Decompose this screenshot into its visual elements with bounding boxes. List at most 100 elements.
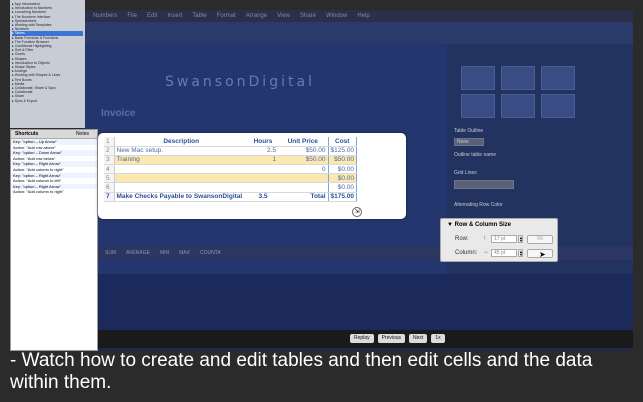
cell-description[interactable]	[114, 173, 248, 184]
table-row: 5 $0.00	[104, 173, 357, 184]
cell-cost[interactable]: $0.00	[327, 182, 357, 193]
shortcuts-header: Shortcuts Notes	[11, 130, 97, 139]
cell-description[interactable]	[114, 164, 248, 175]
menubar-item[interactable]: Table	[192, 13, 206, 19]
cell-unit-price[interactable]	[278, 182, 328, 193]
menubar-item[interactable]: Help	[357, 13, 369, 19]
cell-unit-price[interactable]: 0	[278, 164, 328, 175]
shortcut-list: Key: "option – Up Arrow" Action: "Add row…	[11, 139, 97, 195]
cell-hours[interactable]: 3.5	[248, 192, 278, 202]
cell-cost[interactable]: $50.00	[327, 155, 357, 166]
table-row: 2 New Mac setup. 2.5 $50.00 $125.00	[104, 146, 357, 156]
cell-hours[interactable]	[248, 173, 278, 184]
statusbar-item: AVERAGE	[126, 250, 150, 256]
alternating-row-color-checkbox[interactable]: Alternating Row Color	[454, 202, 503, 208]
header-description[interactable]: Description	[114, 137, 248, 147]
replay-button[interactable]: Replay	[350, 334, 374, 343]
menubar-item[interactable]: Format	[217, 13, 236, 19]
cell-unit-price[interactable]: Total	[278, 192, 328, 202]
invoice-table: 1 Description Hours Unit Price Cost 2 New…	[104, 137, 357, 202]
shortcuts-tab[interactable]: Shortcuts	[11, 131, 42, 137]
cell-cost[interactable]: $0.00	[327, 164, 357, 175]
table-style-thumbnail[interactable]	[461, 66, 495, 90]
cell-unit-price[interactable]: $50.00	[278, 155, 328, 166]
shortcut-line: Action: "Add column to right"	[13, 189, 64, 195]
cell-hours[interactable]	[248, 182, 278, 193]
column-label: Column:	[455, 250, 478, 256]
header-hours[interactable]: Hours	[248, 137, 278, 147]
row-height-field[interactable]: 17 pt	[491, 235, 517, 243]
menubar-item[interactable]: Insert	[167, 13, 182, 19]
table-resize-handle[interactable]: ⇲	[352, 207, 362, 217]
notes-tab[interactable]: Notes	[76, 131, 97, 137]
outline-style-select[interactable]: None	[454, 138, 484, 146]
next-button[interactable]: Next	[409, 334, 428, 343]
statusbar-item: MAX	[179, 250, 190, 256]
outline-style-value: None	[457, 139, 469, 145]
outline-item[interactable]: ▸ Sync & Export	[12, 99, 83, 103]
row-number[interactable]: 1	[104, 137, 115, 147]
company-logo: SwansonDigital	[165, 74, 315, 90]
cell-description[interactable]	[114, 182, 248, 193]
menubar-item[interactable]: File	[127, 13, 137, 19]
cell-cost[interactable]: $125.00	[327, 146, 357, 156]
course-outline: ▸ App Introduction ▸ Introduction to Numb…	[10, 0, 85, 128]
row-number[interactable]: 4	[104, 164, 115, 175]
table-footer-row: 7 Make Checks Payable to SwansonDigital 3.…	[104, 192, 357, 202]
row-number[interactable]: 6	[104, 182, 115, 193]
table-row: 4 0 $0.00	[104, 164, 357, 175]
outline-table-name-checkbox[interactable]: Outline table name	[454, 152, 496, 158]
table-style-thumbnail[interactable]	[541, 66, 575, 90]
grid-lines-buttons[interactable]	[454, 180, 514, 189]
cell-description[interactable]: New Mac setup.	[114, 146, 248, 156]
mouse-cursor-icon: ➤	[539, 250, 546, 259]
shortcuts-panel: Shortcuts Notes Key: "option – Up Arrow"…	[10, 129, 98, 351]
cell-description[interactable]: Make Checks Payable to SwansonDigital	[114, 192, 248, 202]
video-caption: - Watch how to create and edit tables an…	[10, 350, 593, 393]
app-menubar: Numbers File Edit Insert Table Format Arrange V…	[85, 10, 633, 22]
invoice-title: Invoice	[101, 108, 136, 119]
menubar-item[interactable]: Numbers	[93, 13, 117, 19]
row-column-size-panel: ▼ Row & Column Size Row: ↕ 17 pt ▲ ▼ Fit …	[440, 218, 558, 262]
row-number[interactable]: 5	[104, 173, 115, 184]
table-row: 3 Training 1 $50.00 $50.00	[104, 155, 357, 166]
table-style-thumbnail[interactable]	[461, 94, 495, 118]
column-width-stepper[interactable]: ▲ ▼	[518, 249, 523, 257]
row-label: Row:	[455, 236, 469, 242]
app-toolbar	[85, 22, 633, 44]
cell-description[interactable]: Training	[114, 155, 248, 166]
statusbar-item: SUM	[105, 250, 117, 256]
menubar-item[interactable]: Share	[300, 13, 316, 19]
cell-unit-price[interactable]	[278, 173, 328, 184]
statusbar-item: MIN	[159, 250, 170, 256]
previous-button[interactable]: Previous	[377, 334, 406, 343]
table-header-row: 1 Description Hours Unit Price Cost	[104, 137, 357, 147]
header-unit-price[interactable]: Unit Price	[278, 137, 328, 147]
menubar-item[interactable]: View	[277, 13, 290, 19]
cell-cost[interactable]: $0.00	[327, 173, 357, 184]
menubar-item[interactable]: Window	[326, 13, 347, 19]
statusbar-item: COUNTA	[199, 250, 221, 256]
menubar-item[interactable]: Arrange	[246, 13, 267, 19]
fit-button[interactable]: Fit	[527, 235, 553, 244]
cell-hours[interactable]: 2.5	[248, 146, 278, 156]
row-column-size-title: ▼ Row & Column Size	[447, 222, 511, 228]
menubar-item[interactable]: Edit	[147, 13, 157, 19]
cell-unit-price[interactable]: $50.00	[278, 146, 328, 156]
row-number[interactable]: 2	[104, 146, 115, 156]
cell-hours[interactable]: 1	[248, 155, 278, 166]
row-number[interactable]: 3	[104, 155, 115, 166]
table-row: 6 $0.00	[104, 182, 357, 193]
table-style-thumbnail[interactable]	[541, 94, 575, 118]
row-number[interactable]: 7	[104, 192, 115, 202]
row-height-icon: ↕	[483, 235, 486, 241]
speed-selector[interactable]: 1x	[431, 334, 445, 343]
column-width-field[interactable]: 45 pt	[491, 249, 517, 257]
table-style-thumbnail[interactable]	[501, 94, 535, 118]
cell-cost[interactable]: $175.00	[327, 192, 357, 202]
invoice-table-card: 1 Description Hours Unit Price Cost 2 New…	[98, 133, 406, 219]
table-style-thumbnail[interactable]	[501, 66, 535, 90]
row-height-stepper[interactable]: ▲ ▼	[518, 235, 523, 243]
cell-hours[interactable]	[248, 164, 278, 175]
header-cost[interactable]: Cost	[327, 137, 357, 147]
